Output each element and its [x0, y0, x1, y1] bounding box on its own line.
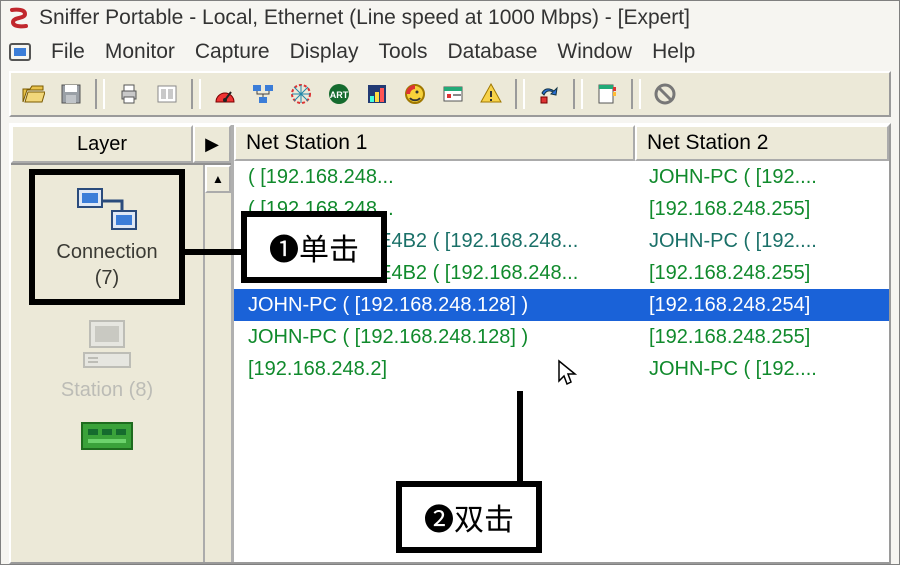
side-scrollbar[interactable]: ▲ [203, 165, 231, 562]
art-button[interactable]: ART [323, 78, 355, 110]
define-filter-button[interactable] [533, 78, 565, 110]
menubar: File Monitor Capture Display Tools Datab… [1, 35, 899, 69]
cell-net-station-2: [192.168.248.255] [637, 198, 889, 221]
cell-net-station-2: [192.168.248.255] [637, 262, 889, 285]
mdi-icon [9, 41, 31, 63]
layer-station-label: Station (8) [37, 377, 177, 403]
layer-tab[interactable]: Layer [11, 125, 193, 163]
app-window: Sniffer Portable - Local, Ethernet (Line… [0, 0, 900, 565]
col-net-station-2[interactable]: Net Station 2 [635, 125, 889, 161]
open-button[interactable] [17, 78, 49, 110]
cell-net-station-2: [192.168.248.254] [637, 294, 889, 317]
table-row[interactable]: JOHN-PC ( [192.168.248.128] )[192.168.24… [234, 321, 889, 353]
scroll-up-icon[interactable]: ▲ [205, 165, 231, 193]
menu-capture[interactable]: Capture [185, 38, 280, 66]
titlebar: Sniffer Portable - Local, Ethernet (Line… [1, 1, 899, 35]
cell-net-station-2: JOHN-PC ( [192.... [637, 230, 889, 253]
menu-window[interactable]: Window [547, 38, 642, 66]
toolbar: ART [9, 71, 891, 117]
cell-net-station-2: JOHN-PC ( [192.... [637, 358, 889, 381]
cell-net-station-1: ( [192.168.248... [234, 166, 637, 189]
cell-net-station-2: JOHN-PC ( [192.... [637, 166, 889, 189]
table-row[interactable]: JOHN-PC ( [192.168.248.128] )[192.168.24… [234, 289, 889, 321]
column-headers: Net Station 1 Net Station 2 [234, 125, 889, 161]
cell-net-station-1: JOHN-PC ( [192.168.248.128] ) [234, 326, 637, 349]
dashboard-button[interactable] [209, 78, 241, 110]
callout-double-click: ❷双击 [396, 481, 542, 553]
hosts-button[interactable] [247, 78, 279, 110]
cell-net-station-1: JOHN-PC ( [192.168.248.128] ) [234, 294, 637, 317]
svg-text:ART: ART [330, 90, 349, 100]
app-logo-icon [7, 6, 31, 30]
decode-button[interactable] [437, 78, 469, 110]
main-panel: Net Station 1 Net Station 2 ( [192.168.2… [234, 125, 889, 562]
print-preview-button[interactable] [151, 78, 183, 110]
window-title: Sniffer Portable - Local, Ethernet (Line… [39, 6, 690, 30]
layer-tab-more-button[interactable]: ▶ [193, 125, 231, 163]
col-net-station-1[interactable]: Net Station 1 [234, 125, 635, 161]
layer-connection-label: Connection [37, 239, 177, 265]
side-header: Layer ▶ [11, 125, 231, 165]
mouse-cursor-icon [557, 359, 581, 392]
chart-button[interactable] [361, 78, 393, 110]
print-button[interactable] [113, 78, 145, 110]
menu-tools[interactable]: Tools [368, 38, 437, 66]
menu-file[interactable]: File [41, 38, 95, 66]
stop-button[interactable] [649, 78, 681, 110]
table-row[interactable]: ( [192.168.248...JOHN-PC ( [192.... [234, 161, 889, 193]
layer-extra[interactable] [35, 411, 179, 465]
menu-display[interactable]: Display [280, 38, 369, 66]
side-panel: Layer ▶ Connection (7) [11, 125, 234, 562]
addressbook-button[interactable] [591, 78, 623, 110]
menu-help[interactable]: Help [642, 38, 705, 66]
menu-monitor[interactable]: Monitor [95, 38, 185, 66]
callout-single-click: ❶单击 [241, 211, 387, 283]
layer-connection[interactable]: Connection (7) [29, 169, 185, 305]
alarm-button[interactable] [475, 78, 507, 110]
cell-net-station-2: [192.168.248.255] [637, 326, 889, 349]
layer-connection-count: (7) [37, 265, 177, 291]
capture-button[interactable] [399, 78, 431, 110]
layer-station[interactable]: Station (8) [35, 305, 179, 411]
save-button[interactable] [55, 78, 87, 110]
matrix-button[interactable] [285, 78, 317, 110]
menu-database[interactable]: Database [437, 38, 547, 66]
